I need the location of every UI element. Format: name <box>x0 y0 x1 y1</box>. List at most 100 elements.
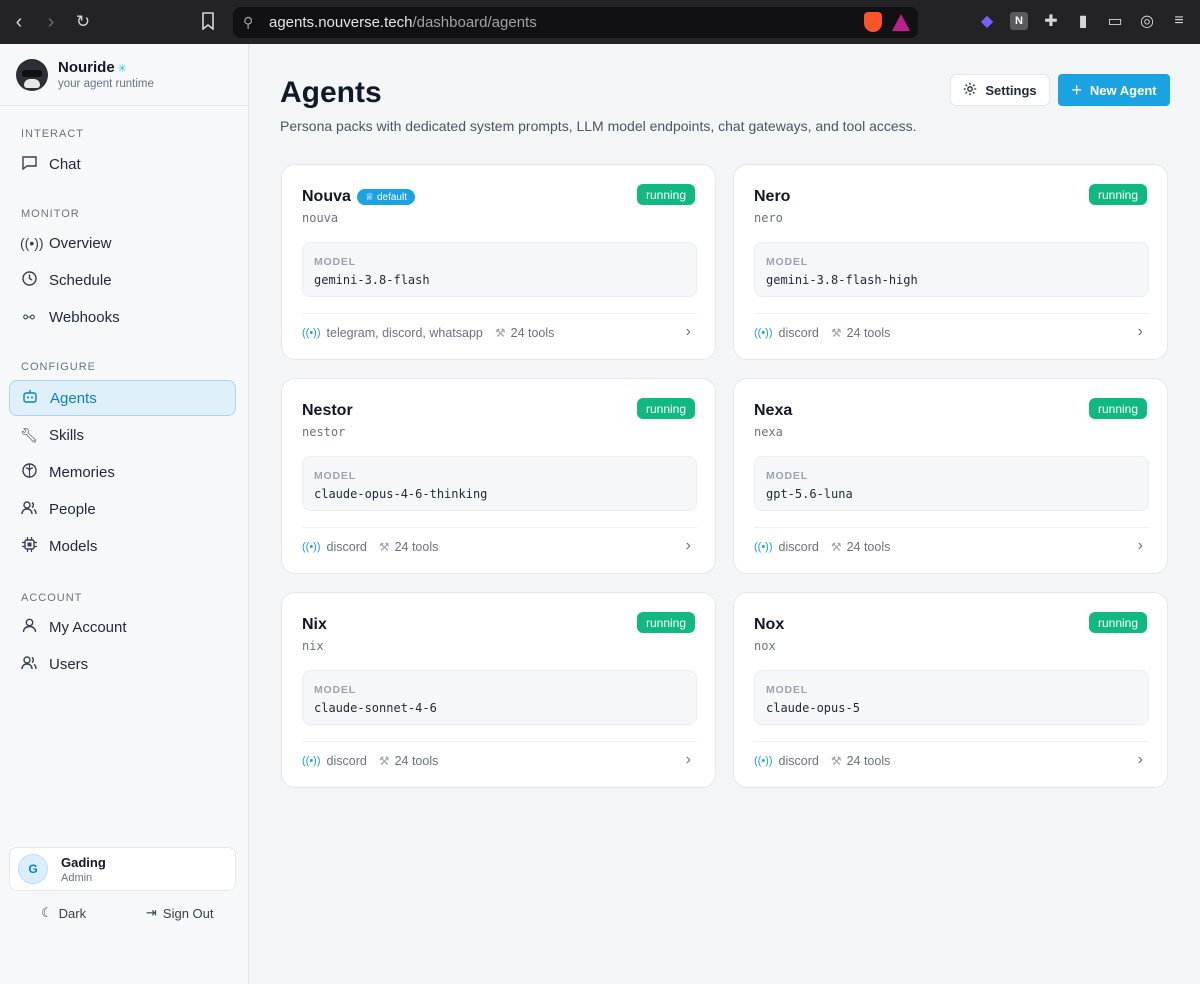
main-content: Agents Persona packs with dedicated syst… <box>250 44 1200 984</box>
agent-card-nouva[interactable]: Nouva ♕ default nouva running MODEL gemin… <box>281 164 716 360</box>
ninja-logo <box>16 58 48 91</box>
model-label: MODEL <box>314 256 356 268</box>
new-agent-button[interactable]: + New Agent <box>1058 74 1170 106</box>
sidebar-item-people[interactable]: People <box>9 491 236 527</box>
settings-button[interactable]: Settings <box>950 74 1050 106</box>
back-icon[interactable]: ‹ <box>10 12 28 32</box>
gateway-icon: ((•)) <box>754 755 773 767</box>
vpn-icon[interactable]: ◎ <box>1138 12 1156 30</box>
agent-card-nestor[interactable]: Nestor nestor running MODEL claude-opus-… <box>281 378 716 574</box>
model-label: MODEL <box>766 684 808 696</box>
clock-icon <box>20 271 38 289</box>
n-extension-icon[interactable]: N <box>1010 12 1028 30</box>
model-box: MODEL claude-opus-4-6-thinking <box>302 456 697 511</box>
chat-icon <box>20 155 38 173</box>
section-label-account: ACCOUNT <box>21 592 83 604</box>
section-label-interact: INTERACT <box>21 128 84 140</box>
moon-icon: ☾ <box>41 905 53 920</box>
chip-icon <box>20 537 38 555</box>
sidebar-item-agents[interactable]: Agents <box>9 380 236 416</box>
sidebar-item-label: Schedule <box>49 271 112 289</box>
sidebar-item-overview[interactable]: ((•)) Overview <box>9 225 236 261</box>
wrench-icon: ⚒ <box>830 540 842 554</box>
status-badge: running <box>1088 612 1147 633</box>
chevron-right-icon[interactable]: › <box>1138 751 1143 769</box>
agent-name: Nestor <box>302 402 353 419</box>
section-label-monitor: MONITOR <box>21 208 80 220</box>
brave-rewards-icon[interactable] <box>892 14 910 31</box>
sidebar-item-webhooks[interactable]: ⚯ Webhooks <box>9 299 236 335</box>
card-divider <box>754 313 1149 314</box>
card-footer: ((•)) discord ⚒ 24 tools <box>754 326 890 340</box>
brave-shield-icon[interactable] <box>864 12 882 32</box>
card-footer: ((•)) discord ⚒ 24 tools <box>302 754 438 768</box>
agent-card-nix[interactable]: Nix nix running MODEL claude-sonnet-4-6 … <box>281 592 716 788</box>
extensions-bar: ◆ N ✚ ▮ ▭ ◎ ≡ <box>978 12 1188 30</box>
gateways: discord <box>326 540 367 554</box>
sidebar-item-my-account[interactable]: My Account <box>9 609 236 645</box>
agent-slug: nix <box>302 639 324 653</box>
agent-slug: nox <box>754 639 776 653</box>
agent-name: Nox <box>754 616 785 633</box>
wallet-extension-icon[interactable]: ◆ <box>978 12 996 30</box>
agent-name: Nero <box>754 188 791 205</box>
chevron-right-icon[interactable]: › <box>1138 537 1143 555</box>
card-divider <box>302 741 697 742</box>
card-divider <box>302 527 697 528</box>
reload-icon[interactable]: ↻ <box>74 12 92 32</box>
agent-card-nox[interactable]: Nox nox running MODEL claude-opus-5 ((•)… <box>733 592 1168 788</box>
sidebar-item-label: Overview <box>49 234 112 252</box>
sidebar-toggle-icon[interactable]: ▮ <box>1074 12 1092 30</box>
sidebar-item-models[interactable]: Models <box>9 528 236 564</box>
tools-count: 24 tools <box>846 754 891 768</box>
sidebar-item-label: Models <box>49 537 98 555</box>
crown-icon: ♕ <box>365 191 374 203</box>
sign-out-button[interactable]: ⇥ Sign Out <box>146 905 214 921</box>
agent-card-nexa[interactable]: Nexa nexa running MODEL gpt-5.6-luna ((•… <box>733 378 1168 574</box>
sidebar-item-chat[interactable]: Chat <box>9 146 236 182</box>
brain-icon <box>20 463 38 481</box>
sidebar-item-schedule[interactable]: Schedule <box>9 262 236 298</box>
user-card[interactable]: G Gading Admin <box>9 847 236 891</box>
status-badge: running <box>1088 398 1147 419</box>
model-box: MODEL gemini-3.8-flash-high <box>754 242 1149 297</box>
menu-icon[interactable]: ≡ <box>1170 12 1188 30</box>
bookmark-icon[interactable] <box>201 12 215 35</box>
gear-icon <box>963 82 977 99</box>
people-icon <box>20 500 38 518</box>
sidebar-item-users[interactable]: Users <box>9 646 236 682</box>
wallet-icon[interactable]: ▭ <box>1106 12 1124 30</box>
default-badge: ♕ default <box>357 189 415 205</box>
brand-name: Nouride <box>58 59 115 76</box>
agent-name: Nix <box>302 616 327 633</box>
radio-icon: ((•)) <box>20 235 44 251</box>
browser-toolbar: ‹ › ↻ ⚲ agents.nouverse.tech/dashboard/a… <box>0 0 1200 44</box>
model-value: claude-opus-4-6-thinking <box>314 487 488 501</box>
sidebar-item-skills[interactable]: 🔧︎ Skills <box>9 417 236 453</box>
gateway-icon: ((•)) <box>302 755 321 767</box>
chevron-right-icon[interactable]: › <box>686 537 691 555</box>
chevron-right-icon[interactable]: › <box>1138 323 1143 341</box>
brand[interactable]: Nouride ✳ your agent runtime <box>0 44 248 106</box>
forward-icon[interactable]: › <box>42 12 60 32</box>
gateways: discord <box>326 754 367 768</box>
gateway-icon: ((•)) <box>754 327 773 339</box>
sidebar-item-memories[interactable]: Memories <box>9 454 236 490</box>
model-value: gemini-3.8-flash <box>314 273 430 287</box>
model-label: MODEL <box>766 470 808 482</box>
sidebar-item-label: Agents <box>50 389 97 407</box>
sidebar: Nouride ✳ your agent runtime INTERACT Cha… <box>0 44 249 984</box>
puzzle-icon[interactable]: ✚ <box>1042 12 1060 30</box>
avatar: G <box>18 854 48 884</box>
dark-mode-button[interactable]: ☾ Dark <box>41 905 86 921</box>
chevron-right-icon[interactable]: › <box>686 751 691 769</box>
agent-card-nero[interactable]: Nero nero running MODEL gemini-3.8-flash… <box>733 164 1168 360</box>
agent-name: Nexa <box>754 402 793 419</box>
chevron-right-icon[interactable]: › <box>686 323 691 341</box>
sidebar-item-label: Webhooks <box>49 308 120 326</box>
address-bar[interactable]: ⚲ agents.nouverse.tech/dashboard/agents <box>233 7 918 38</box>
gateways: discord <box>778 326 819 340</box>
model-value: gemini-3.8-flash-high <box>766 273 918 287</box>
site-settings-icon[interactable]: ⚲ <box>243 14 263 31</box>
model-value: gpt-5.6-luna <box>766 487 853 501</box>
